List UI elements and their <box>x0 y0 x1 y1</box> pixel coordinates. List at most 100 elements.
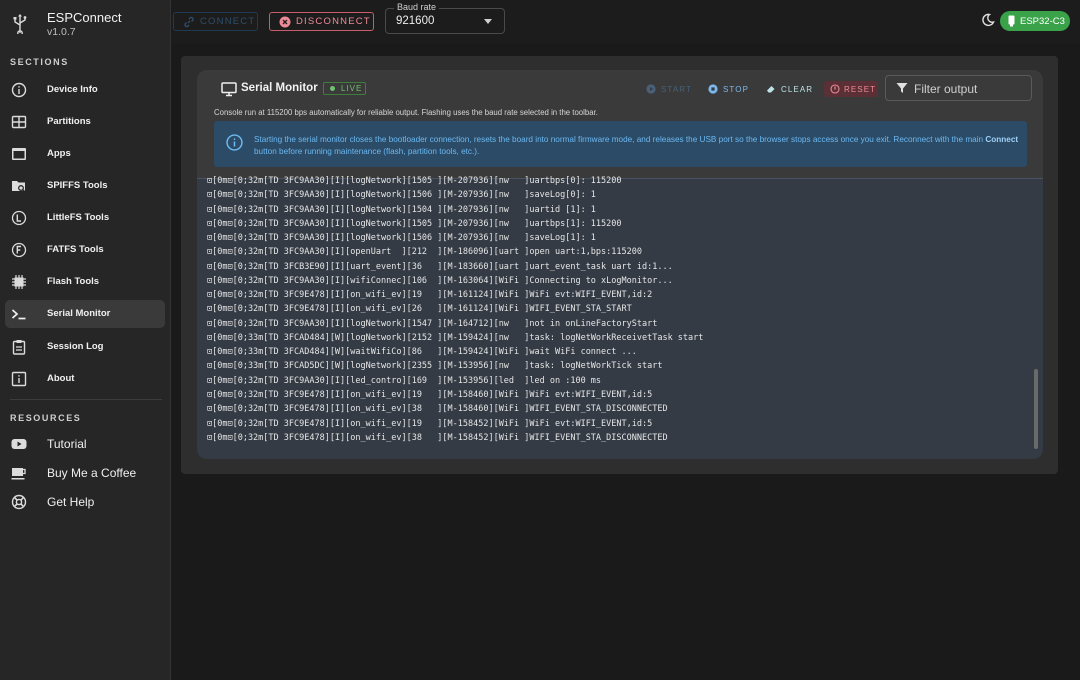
sidebar-item-label: FATFS Tools <box>47 244 104 255</box>
info-alert: Starting the serial monitor closes the b… <box>214 121 1027 167</box>
sidebar-item-label: LittleFS Tools <box>47 212 110 223</box>
sidebar-item-serial-monitor[interactable]: Serial Monitor <box>5 300 165 328</box>
littlefs-icon <box>11 210 27 226</box>
sections-heading: SECTIONS <box>10 57 69 67</box>
sidebar-item-partitions[interactable]: Partitions <box>5 108 165 136</box>
disconnect-label: DISCONNECT <box>296 16 371 27</box>
coffee-icon <box>11 468 26 480</box>
sidebar-item-spiffs-tools[interactable]: SPIFFS Tools <box>5 172 165 200</box>
console-line: ⊡[0m⊡[0;32m[TD 3FC9AA30][I][logNetwork][… <box>207 190 596 201</box>
reset-button[interactable]: RESET <box>824 81 878 97</box>
close-circle-icon <box>279 16 291 28</box>
sidebar-item-label: Session Log <box>47 341 104 352</box>
resource-label: Get Help <box>47 495 95 509</box>
sidebar-item-flash-tools[interactable]: Flash Tools <box>5 268 165 296</box>
console-line: ⊡[0m⊡[0;33m[TD 3FCAD5DC][W][logNetwork][… <box>207 361 663 372</box>
live-badge: LIVE <box>323 82 366 95</box>
reset-label: RESET <box>844 84 877 94</box>
sidebar-item-about[interactable]: About <box>5 365 165 393</box>
chevron-down-icon <box>484 19 492 24</box>
info-alert-text: Starting the serial monitor closes the b… <box>254 134 1019 158</box>
serial-monitor-header: Serial Monitor LIVE START STOP CLEAR RES… <box>197 70 1043 180</box>
console-line: ⊡[0m⊡[0;32m[TD 3FC9AA30][I][led_contro][… <box>207 375 602 386</box>
console-line: ⊡[0m⊡[0;33m[TD 3FCAD484][W][logNetwork][… <box>207 332 704 343</box>
baud-rate-value: 921600 <box>396 15 435 27</box>
eraser-icon <box>767 86 775 93</box>
lifebuoy-icon <box>11 494 27 510</box>
resource-label: Tutorial <box>47 437 87 451</box>
console-line: ⊡[0m⊡[0;32m[TD 3FC9E478][I][on_wifi_ev][… <box>207 389 653 400</box>
baud-rate-select[interactable]: Baud rate 921600 <box>385 2 505 34</box>
apps-window-icon <box>12 148 26 160</box>
start-button[interactable]: START <box>646 81 692 97</box>
info-text-part: button before running maintenance (flash… <box>254 147 480 156</box>
chip-icon <box>1008 15 1015 27</box>
sidebar-item-littlefs-tools[interactable]: LittleFS Tools <box>5 204 165 232</box>
console-line: ⊡[0m⊡[0;32m[TD 3FC9AA30][I][openUart ][2… <box>207 247 642 258</box>
power-icon <box>830 84 840 94</box>
toolbar: CONNECT DISCONNECT Baud rate 921600 ESP3… <box>171 0 1080 44</box>
info-text-emphasis: Connect <box>985 135 1019 144</box>
stop-label: STOP <box>723 84 750 94</box>
sidebar-divider <box>10 399 162 400</box>
console-line: ⊡[0m⊡[0;32m[TD 3FC9E478][I][on_wifi_ev][… <box>207 290 653 301</box>
sidebar-item-label: Device Info <box>47 84 98 95</box>
chip-badge: ESP32-C3 <box>1000 11 1070 31</box>
stop-icon <box>708 84 718 94</box>
sidebar: ESPConnect v1.0.7 SECTIONS Device Info P… <box>0 0 171 680</box>
console-line: ⊡[0m⊡[0;32m[TD 3FC9E478][I][on_wifi_ev][… <box>207 418 653 429</box>
serial-monitor-card: Serial Monitor LIVE START STOP CLEAR RES… <box>197 70 1043 459</box>
sidebar-item-label: SPIFFS Tools <box>47 180 108 191</box>
clipboard-icon <box>12 340 26 355</box>
monitor-icon <box>221 82 237 97</box>
info-text-part: Starting the serial monitor closes the b… <box>254 135 986 144</box>
console-line: ⊡[0m⊡[0;32m[TD 3FC9AA30][I][wifiConnec][… <box>207 275 673 286</box>
sidebar-item-apps[interactable]: Apps <box>5 140 165 168</box>
console-line: ⊡[0m⊡[0;32m[TD 3FC9E478][I][on_wifi_ev][… <box>207 432 668 443</box>
info-circle-icon <box>11 82 27 98</box>
filter-input[interactable] <box>912 79 1026 99</box>
clear-button[interactable]: CLEAR <box>766 81 813 97</box>
sidebar-item-session-log[interactable]: Session Log <box>5 333 165 361</box>
filter-output-field[interactable] <box>885 75 1032 101</box>
console-line: ⊡[0m⊡[0;32m[TD 3FC9E478][I][on_wifi_ev][… <box>207 404 668 415</box>
console-line: ⊡[0m⊡[0;32m[TD 3FCB3E90][I][uart_event][… <box>207 261 673 272</box>
info-icon <box>226 134 243 151</box>
sidebar-item-fatfs-tools[interactable]: FATFS Tools <box>5 236 165 264</box>
app-name: ESPConnect <box>47 10 122 25</box>
theme-toggle-icon[interactable] <box>981 13 995 27</box>
sidebar-item-device-info[interactable]: Device Info <box>5 76 165 104</box>
resource-coffee-link[interactable]: Buy Me a Coffee <box>5 459 165 487</box>
console-line: ⊡[0m⊡[0;32m[TD 3FC9AA30][I][logNetwork][… <box>207 176 622 186</box>
table-icon <box>11 115 27 129</box>
console-scrollbar[interactable] <box>1034 369 1038 449</box>
link-icon <box>184 16 194 28</box>
console-lines: ⊡[0m⊡[0;32m[TD 3FC9AA30][I][logNetwork][… <box>207 174 1027 445</box>
sidebar-item-label: About <box>47 373 75 384</box>
youtube-icon <box>11 439 27 449</box>
usb-icon <box>13 14 27 34</box>
console-line: ⊡[0m⊡[0;32m[TD 3FC9AA30][I][logNetwork][… <box>207 204 596 215</box>
stop-button[interactable]: STOP <box>708 81 749 97</box>
resource-tutorial-link[interactable]: Tutorial <box>5 430 165 458</box>
app-version: v1.0.7 <box>47 26 76 38</box>
disconnect-button[interactable]: DISCONNECT <box>269 12 374 31</box>
clear-label: CLEAR <box>781 84 814 94</box>
fatfs-icon <box>11 242 27 258</box>
brand: ESPConnect v1.0.7 <box>10 8 160 42</box>
chip-label: ESP32-C3 <box>1020 15 1065 27</box>
console-line: ⊡[0m⊡[0;33m[TD 3FCAD484][W][waitWifiCo][… <box>207 347 637 358</box>
baud-rate-label: Baud rate <box>394 2 440 12</box>
resources-heading: RESOURCES <box>10 413 82 423</box>
folder-search-icon <box>12 181 26 193</box>
info-square-icon <box>11 371 27 387</box>
sidebar-item-label: Apps <box>47 148 71 159</box>
chip-icon <box>12 275 26 289</box>
play-icon <box>646 84 656 94</box>
terminal-icon <box>11 309 26 320</box>
console-line: ⊡[0m⊡[0;32m[TD 3FC9AA30][I][logNetwork][… <box>207 318 658 329</box>
connect-label: CONNECT <box>200 16 256 27</box>
resource-help-link[interactable]: Get Help <box>5 488 165 516</box>
connect-button[interactable]: CONNECT <box>173 12 258 31</box>
console-output[interactable]: ⊡[0m⊡[0;32m[TD 3FC9AA30][I][logNetwork][… <box>197 176 1043 459</box>
